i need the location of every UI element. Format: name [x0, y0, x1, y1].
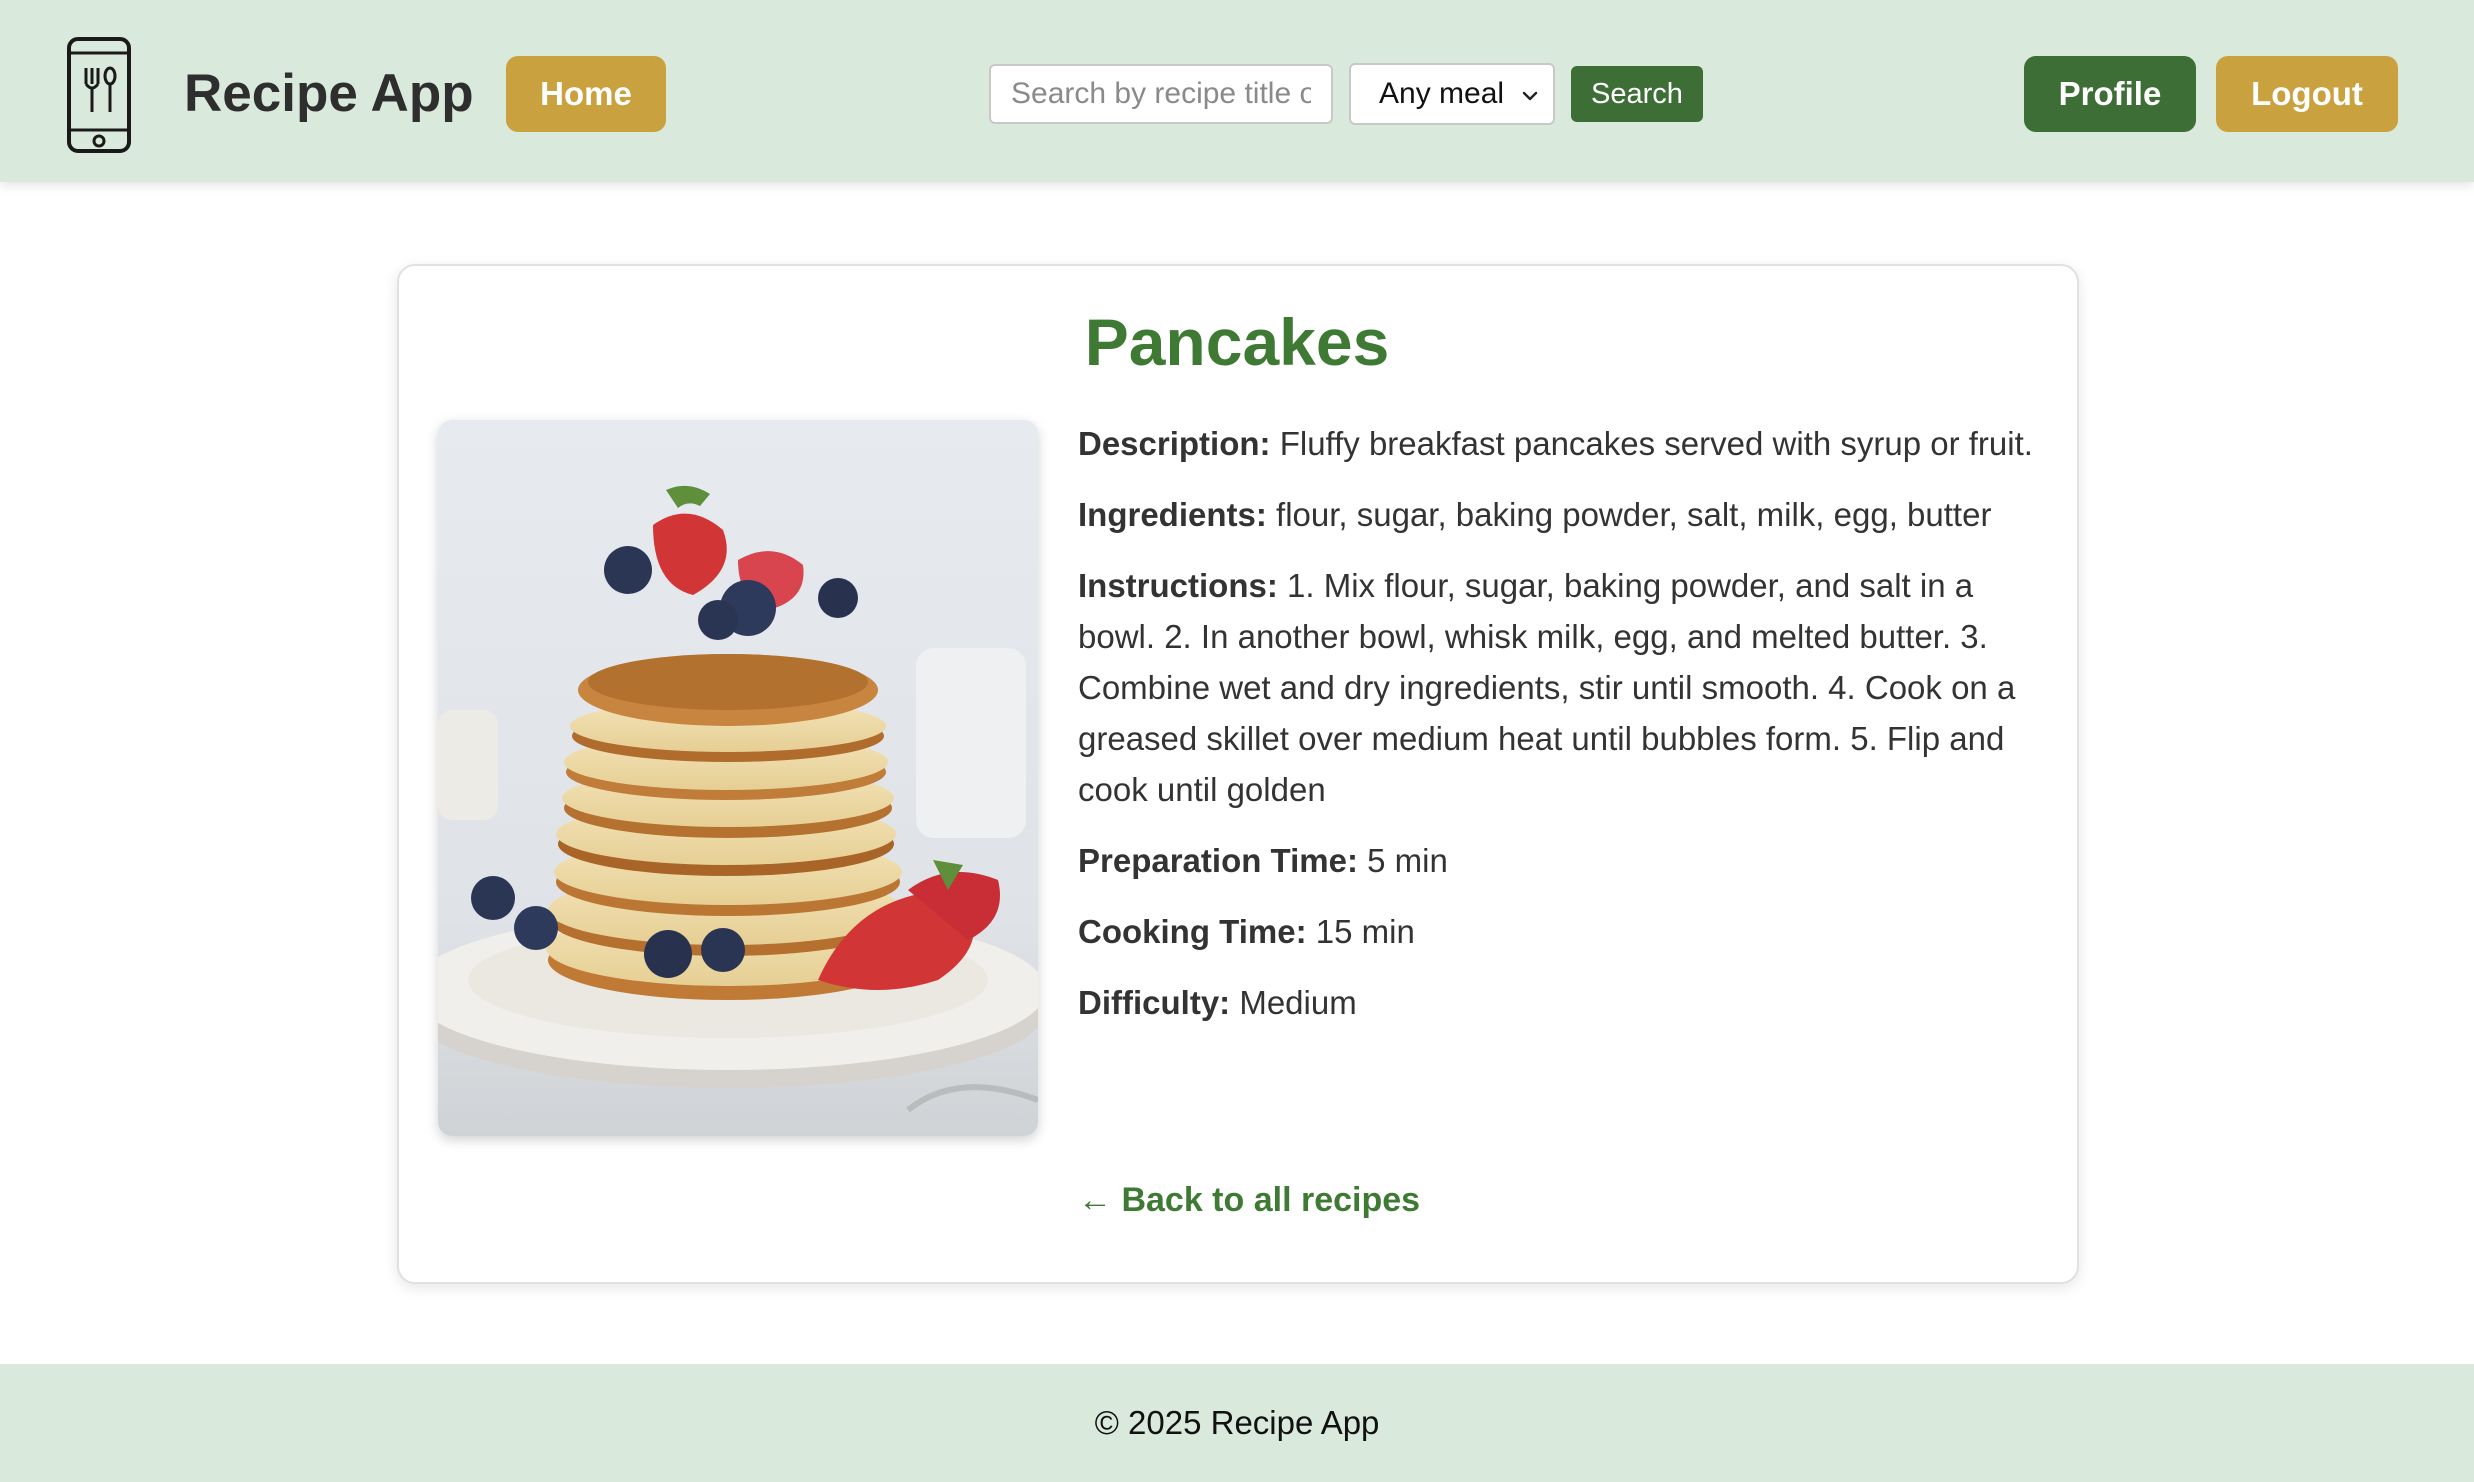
- description-row: Description: Fluffy breakfast pancakes s…: [1078, 418, 2040, 469]
- app-title: Recipe App: [184, 64, 474, 123]
- meal-filter-value: Any meal: [1379, 77, 1505, 110]
- profile-button[interactable]: Profile: [2024, 56, 2196, 132]
- detail-value: 15 min: [1315, 913, 1415, 950]
- detail-label: Instructions:: [1078, 567, 1278, 604]
- search-input[interactable]: [989, 64, 1333, 124]
- detail-value: 5 min: [1367, 842, 1448, 879]
- detail-value: Fluffy breakfast pancakes served with sy…: [1279, 425, 2033, 462]
- detail-label: Cooking Time:: [1078, 913, 1307, 950]
- recipe-image: [438, 420, 1038, 1136]
- footer: © 2025 Recipe App: [0, 1364, 2474, 1482]
- detail-label: Preparation Time:: [1078, 842, 1358, 879]
- difficulty-row: Difficulty: Medium: [1078, 977, 2040, 1028]
- back-to-recipes-link[interactable]: ← Back to all recipes: [1078, 1174, 1420, 1226]
- detail-value: flour, sugar, baking powder, salt, milk,…: [1276, 496, 1992, 533]
- cook-time-row: Cooking Time: 15 min: [1078, 906, 2040, 957]
- recipe-title: Pancakes: [1084, 305, 1390, 379]
- ingredients-row: Ingredients: flour, sugar, baking powder…: [1078, 489, 2040, 540]
- prep-time-row: Preparation Time: 5 min: [1078, 835, 2040, 886]
- detail-value: Medium: [1239, 984, 1357, 1021]
- logout-button[interactable]: Logout: [2216, 56, 2398, 132]
- instructions-row: Instructions: 1. Mix flour, sugar, bakin…: [1078, 560, 2040, 815]
- recipe-details: Description: Fluffy breakfast pancakes s…: [1078, 418, 2040, 1048]
- footer-copyright: © 2025 Recipe App: [1094, 1404, 1380, 1441]
- detail-label: Ingredients:: [1078, 496, 1267, 533]
- meal-filter-select[interactable]: Any meal: [1349, 63, 1555, 125]
- chevron-down-icon: [1522, 91, 1538, 101]
- search-button[interactable]: Search: [1571, 66, 1703, 122]
- home-button[interactable]: Home: [506, 56, 666, 132]
- top-navbar: Recipe App Home Any meal Search Profile …: [0, 0, 2474, 182]
- detail-label: Difficulty:: [1078, 984, 1231, 1021]
- detail-label: Description:: [1078, 425, 1271, 462]
- phone-utensils-icon[interactable]: [66, 36, 132, 154]
